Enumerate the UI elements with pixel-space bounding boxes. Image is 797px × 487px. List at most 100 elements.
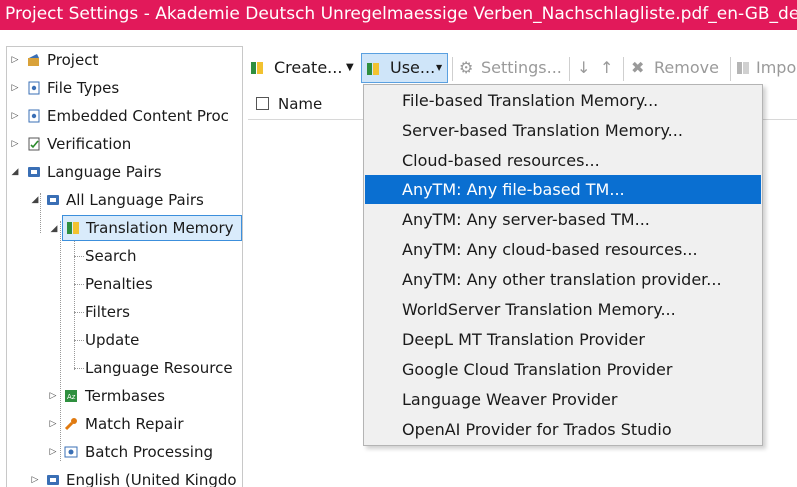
gear-icon: ⚙ bbox=[459, 58, 474, 77]
tree-item-label: Language Pairs bbox=[47, 163, 162, 181]
title-spacer bbox=[0, 30, 797, 46]
tree-connector bbox=[74, 368, 84, 369]
expand-arrow-icon[interactable]: ▷ bbox=[30, 467, 40, 487]
menu-item-deepl-mt[interactable]: DeepL MT Translation Provider bbox=[365, 325, 761, 354]
tree-item-embedded-content[interactable]: ▷ Embedded Content Proc bbox=[7, 103, 240, 129]
tree-item-label: All Language Pairs bbox=[66, 191, 204, 209]
toolbar-separator bbox=[730, 57, 731, 81]
project-icon bbox=[28, 54, 39, 66]
tree-item-search[interactable]: Search bbox=[85, 243, 240, 269]
menu-item-anytm-file-based[interactable]: AnyTM: Any file-based TM... bbox=[365, 175, 761, 204]
menu-item-server-based-tm[interactable]: Server-based Translation Memory... bbox=[365, 116, 761, 145]
tree-item-batch-processing[interactable]: ▷ Batch Processing bbox=[7, 439, 240, 465]
tree-item-penalties[interactable]: Penalties bbox=[85, 271, 240, 297]
expand-arrow-icon[interactable]: ▷ bbox=[10, 75, 20, 101]
menu-item-anytm-server-based[interactable]: AnyTM: Any server-based TM... bbox=[365, 205, 761, 234]
tree-item-match-repair[interactable]: ▷ Match Repair bbox=[7, 411, 240, 437]
language-pairs-icon bbox=[47, 195, 59, 205]
import-button[interactable]: Impo bbox=[736, 52, 796, 84]
menu-item-anytm-other-provider[interactable]: AnyTM: Any other translation provider... bbox=[365, 265, 761, 294]
menu-item-openai-provider[interactable]: OpenAI Provider for Trados Studio bbox=[365, 415, 761, 444]
embedded-content-icon bbox=[28, 109, 40, 123]
translation-memory-icon bbox=[251, 62, 263, 74]
move-up-button[interactable]: ↑ bbox=[600, 52, 620, 84]
tree-item-filters[interactable]: Filters bbox=[85, 299, 240, 325]
tree-item-project[interactable]: ▷ Project bbox=[7, 47, 240, 73]
import-label: Impo bbox=[756, 58, 796, 77]
collapse-arrow-icon[interactable]: ◢ bbox=[30, 187, 40, 213]
settings-button[interactable]: ⚙ Settings... bbox=[457, 52, 567, 84]
menu-item-anytm-cloud-based[interactable]: AnyTM: Any cloud-based resources... bbox=[365, 235, 761, 264]
tree-connector bbox=[74, 284, 84, 285]
tree-item-label: English (United Kingdo bbox=[66, 471, 237, 487]
batch-processing-icon bbox=[64, 446, 78, 458]
collapse-arrow-icon[interactable]: ◢ bbox=[10, 159, 20, 185]
translation-memory-icon bbox=[367, 63, 379, 75]
select-all-checkbox[interactable] bbox=[256, 97, 269, 110]
use-label: Use... bbox=[390, 58, 436, 77]
menu-item-language-weaver[interactable]: Language Weaver Provider bbox=[365, 385, 761, 414]
expand-arrow-icon[interactable]: ▷ bbox=[10, 131, 20, 157]
tree-item-file-types[interactable]: ▷ File Types bbox=[7, 75, 240, 101]
tree-item-label: Project bbox=[47, 51, 99, 69]
tree-item-label: Update bbox=[85, 331, 140, 349]
language-pairs-icon bbox=[28, 167, 40, 177]
tree-item-translation-memory[interactable]: ◢ Translation Memory bbox=[51, 215, 242, 241]
svg-text:Az: Az bbox=[67, 393, 76, 401]
window-title: Project Settings - Akademie Deutsch Unre… bbox=[5, 4, 797, 24]
menu-item-file-based-tm[interactable]: File-based Translation Memory... bbox=[365, 86, 761, 115]
close-icon: ✖ bbox=[631, 58, 645, 77]
tree-item-label: File Types bbox=[47, 79, 120, 97]
tm-toolbar: Create... ▼ Use... ▼ ⚙ Settings... ↓ ↑ ✖… bbox=[244, 52, 797, 86]
tree-item-update[interactable]: Update bbox=[85, 327, 240, 353]
tree-item-label: Search bbox=[85, 247, 137, 265]
tree-item-label: Filters bbox=[85, 303, 130, 321]
tree-connector bbox=[74, 340, 84, 341]
remove-button[interactable]: ✖ Remove bbox=[629, 52, 729, 84]
tree-item-label: Verification bbox=[47, 135, 132, 153]
tree-connector bbox=[74, 312, 84, 313]
tree-item-label: Match Repair bbox=[85, 415, 184, 433]
dropdown-arrow-icon[interactable]: ▼ bbox=[436, 54, 442, 82]
expand-arrow-icon[interactable]: ▷ bbox=[48, 383, 58, 409]
tree-item-label: Termbases bbox=[85, 387, 165, 405]
menu-item-google-cloud[interactable]: Google Cloud Translation Provider bbox=[365, 355, 761, 384]
expand-arrow-icon[interactable]: ▷ bbox=[10, 47, 20, 73]
tree-item-all-language-pairs[interactable]: ◢ All Language Pairs bbox=[7, 187, 240, 213]
tree-item-label: Language Resource bbox=[85, 359, 233, 377]
expand-arrow-icon[interactable]: ▷ bbox=[10, 103, 20, 129]
import-icon bbox=[737, 62, 749, 74]
arrow-up-icon: ↑ bbox=[600, 58, 614, 77]
language-pairs-icon bbox=[47, 475, 59, 485]
tree-connector bbox=[74, 256, 84, 257]
use-button[interactable]: Use... ▼ bbox=[361, 53, 448, 83]
menu-item-cloud-based-resources[interactable]: Cloud-based resources... bbox=[365, 146, 761, 175]
arrow-down-icon: ↓ bbox=[577, 58, 591, 77]
toolbar-separator bbox=[623, 57, 624, 81]
tree-item-label: Embedded Content Proc bbox=[47, 107, 229, 125]
tree-item-language-pairs[interactable]: ◢ Language Pairs bbox=[7, 159, 240, 185]
file-types-icon bbox=[28, 81, 40, 95]
window-title-bar: Project Settings - Akademie Deutsch Unre… bbox=[0, 0, 797, 30]
create-button[interactable]: Create... ▼ bbox=[248, 52, 358, 84]
tree-item-termbases[interactable]: ▷ Az Termbases bbox=[7, 383, 240, 409]
collapse-arrow-icon[interactable]: ◢ bbox=[49, 216, 59, 242]
remove-label: Remove bbox=[654, 58, 719, 77]
tree-item-verification[interactable]: ▷ Verification bbox=[7, 131, 240, 157]
create-label: Create... bbox=[274, 58, 343, 77]
settings-tree: ▷ Project ▷ File Types ▷ Embedded Conten… bbox=[6, 46, 243, 487]
tree-item-label: Translation Memory bbox=[86, 219, 234, 237]
tree-item-language-resource[interactable]: Language Resource bbox=[85, 355, 240, 381]
termbase-icon: Az bbox=[65, 390, 77, 402]
tree-item-english-uk[interactable]: ▷ English (United Kingdo bbox=[7, 467, 240, 487]
expand-arrow-icon[interactable]: ▷ bbox=[48, 411, 58, 437]
translation-memory-icon bbox=[67, 222, 79, 234]
toolbar-separator bbox=[452, 57, 453, 81]
dropdown-arrow-icon[interactable]: ▼ bbox=[346, 52, 354, 84]
menu-item-worldserver-tm[interactable]: WorldServer Translation Memory... bbox=[365, 295, 761, 324]
expand-arrow-icon[interactable]: ▷ bbox=[48, 439, 58, 465]
move-down-button[interactable]: ↓ bbox=[577, 52, 597, 84]
column-header-name[interactable]: Name bbox=[278, 90, 322, 119]
verification-icon bbox=[28, 137, 40, 151]
use-dropdown-menu: File-based Translation Memory... Server-… bbox=[363, 84, 763, 446]
